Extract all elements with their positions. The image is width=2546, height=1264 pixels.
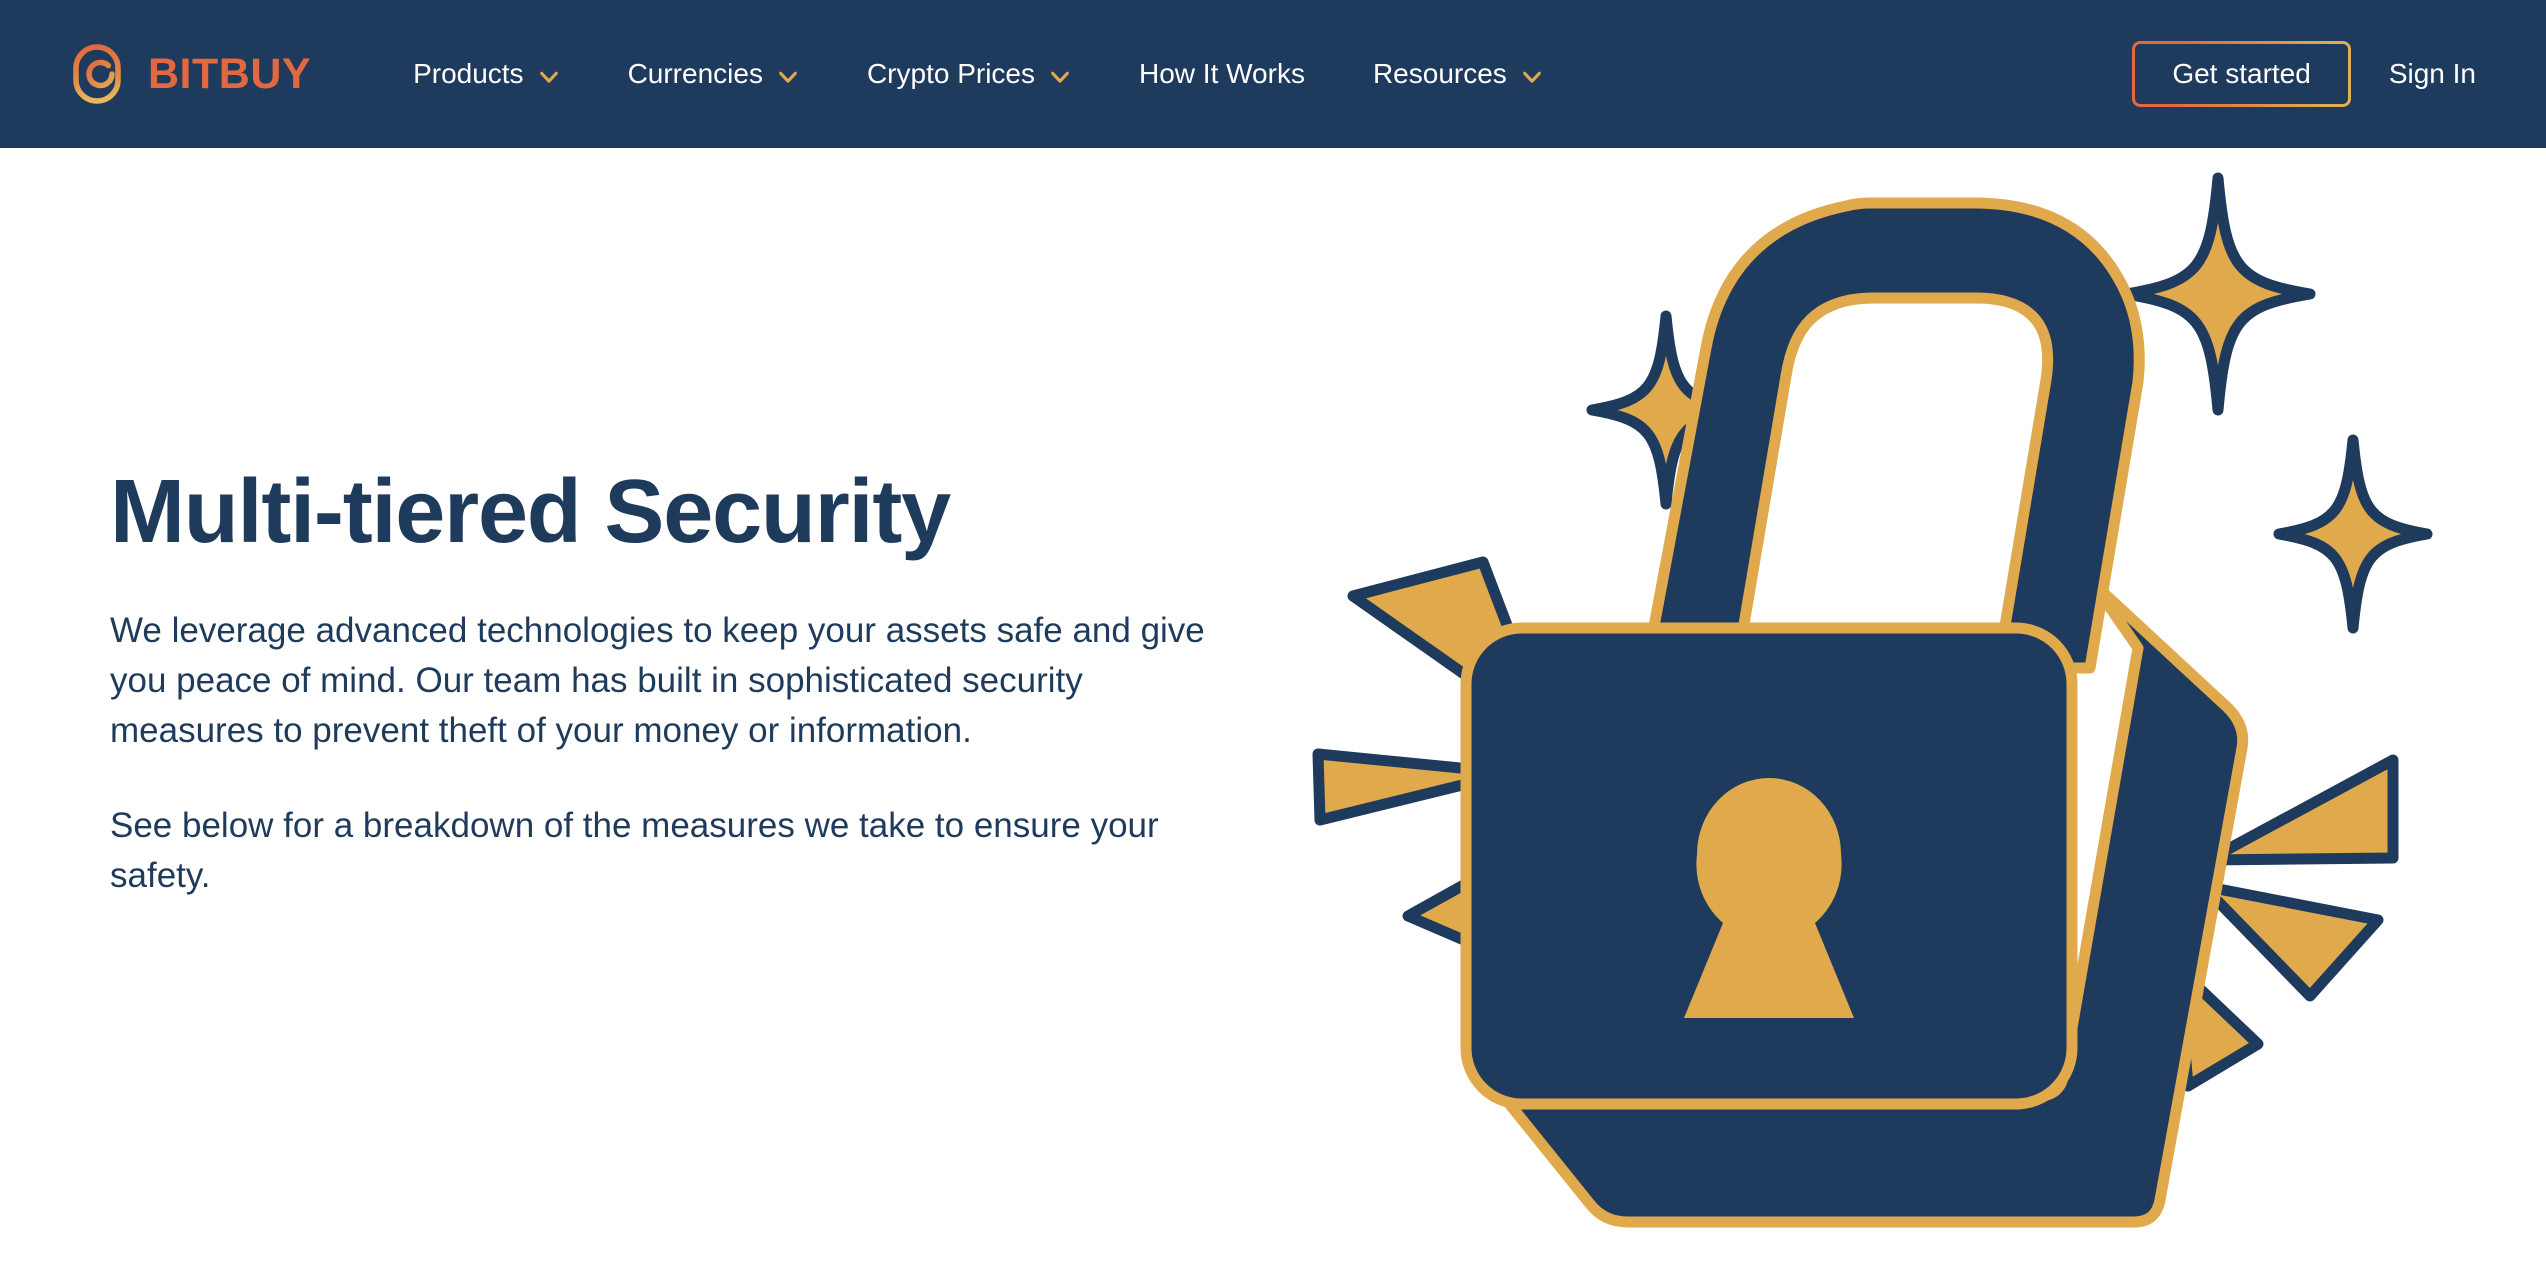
nav-item-label: How It Works [1139,58,1305,89]
hero-section: Multi-tiered Security We leverage advanc… [0,148,2546,1264]
nav-item-resources[interactable]: Resources [1339,50,1577,98]
lock-shackle [1644,197,2145,674]
padlock-security-illustration [1298,148,2518,1264]
bitbuy-circle-logo-icon [72,43,130,105]
nav-item-label: Currencies [627,58,763,89]
hero-copy: Multi-tiered Security We leverage advanc… [110,462,1290,902]
site-header: BITBUY Products Currencies Crypto Prices [0,0,2546,148]
brand-wordmark: BITBUY [148,49,312,98]
nav-item-label: Crypto Prices [866,58,1035,89]
primary-navigation: Products Currencies Crypto Prices How It… [379,50,2132,98]
keyhole-icon [1684,778,1854,1018]
chevron-down-icon [1049,65,1071,87]
nav-item-currencies[interactable]: Currencies [594,50,833,98]
page-title: Multi-tiered Security [110,462,951,562]
nav-item-label: Products [413,58,524,89]
sparkle-right-icon [2273,434,2433,634]
sign-in-link[interactable]: Sign In [2383,50,2482,98]
sparkle-top-right-icon [2120,172,2316,416]
chevron-down-icon [777,65,799,87]
header-actions: Get started Sign In [2132,41,2482,107]
nav-item-products[interactable]: Products [379,50,594,98]
ray-right-middle [2197,880,2384,1002]
nav-item-how-it-works[interactable]: How It Works [1105,50,1339,98]
chevron-down-icon [1521,65,1543,87]
hero-paragraph-2: See below for a breakdown of the measure… [110,805,1159,896]
get-started-button[interactable]: Get started [2132,41,2351,107]
nav-item-label: Resources [1372,58,1507,89]
chevron-down-icon [538,65,560,87]
brand-logo-link[interactable]: BITBUY [72,43,311,105]
hero-paragraph-1: We leverage advanced technologies to kee… [110,610,1205,751]
nav-item-crypto-prices[interactable]: Crypto Prices [833,50,1105,98]
